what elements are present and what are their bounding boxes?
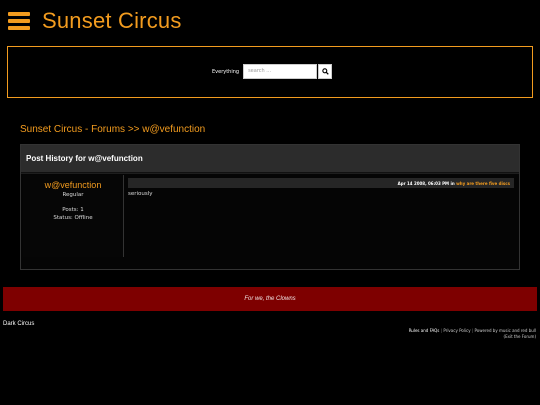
user-post-count: Posts: 1 xyxy=(62,207,84,213)
exit-forum-link[interactable]: (Exit the Forum) xyxy=(409,334,536,340)
theme-selector[interactable]: Dark Circus xyxy=(3,321,34,327)
powered-by-text: Powered by music and red bull xyxy=(474,328,536,333)
breadcrumb-forums-link[interactable]: Sunset Circus - Forums xyxy=(20,124,125,135)
search-box: Everything search ... xyxy=(7,46,533,98)
footer-separator: | xyxy=(471,328,474,333)
site-title[interactable]: Sunset Circus xyxy=(42,8,182,34)
rules-link[interactable]: Rules and FAQs xyxy=(409,328,440,333)
post-entry: Apr 14 2008, 06:03 PM in why are there f… xyxy=(128,178,514,197)
footer-links: Rules and FAQs | Privacy Policy | Powere… xyxy=(409,328,536,340)
search-input[interactable]: search ... xyxy=(243,64,318,79)
search-scope-label[interactable]: Everything xyxy=(212,69,239,75)
footer-separator: | xyxy=(440,328,443,333)
site-header: Sunset Circus xyxy=(8,7,182,35)
panel-body: w@vefunction Regular Posts: 1 Status: Of… xyxy=(21,174,519,269)
banner-text: For we, the Clowns xyxy=(244,296,296,302)
post-date: Apr 14 2008, 06:03 PM xyxy=(397,180,450,186)
post-meta: Apr 14 2008, 06:03 PM in why are there f… xyxy=(128,178,514,188)
user-status: Status: Offline xyxy=(53,215,93,221)
thread-link[interactable]: why are there five discs xyxy=(456,181,510,186)
search-form: Everything search ... xyxy=(212,64,333,79)
search-icon xyxy=(321,68,329,75)
panel-header: Post History for w@vefunction xyxy=(21,145,519,173)
panel-title: Post History for w@vefunction xyxy=(26,154,143,163)
breadcrumb-separator: >> xyxy=(127,124,140,135)
search-button[interactable] xyxy=(318,64,333,79)
post-in-label: in xyxy=(450,180,455,186)
user-info: w@vefunction Regular Posts: 1 Status: Of… xyxy=(23,175,124,257)
post-history-panel: Post History for w@vefunction w@vefuncti… xyxy=(20,144,520,270)
breadcrumb: Sunset Circus - Forums >> w@vefunction xyxy=(20,124,205,135)
hamburger-menu-icon[interactable] xyxy=(8,12,30,30)
breadcrumb-current[interactable]: w@vefunction xyxy=(142,124,205,135)
post-content: seriously xyxy=(128,191,153,197)
user-rank: Regular xyxy=(62,192,84,198)
footer-banner: For we, the Clowns xyxy=(3,287,537,311)
username-link[interactable]: w@vefunction xyxy=(23,180,123,190)
privacy-link[interactable]: Privacy Policy xyxy=(443,328,470,333)
